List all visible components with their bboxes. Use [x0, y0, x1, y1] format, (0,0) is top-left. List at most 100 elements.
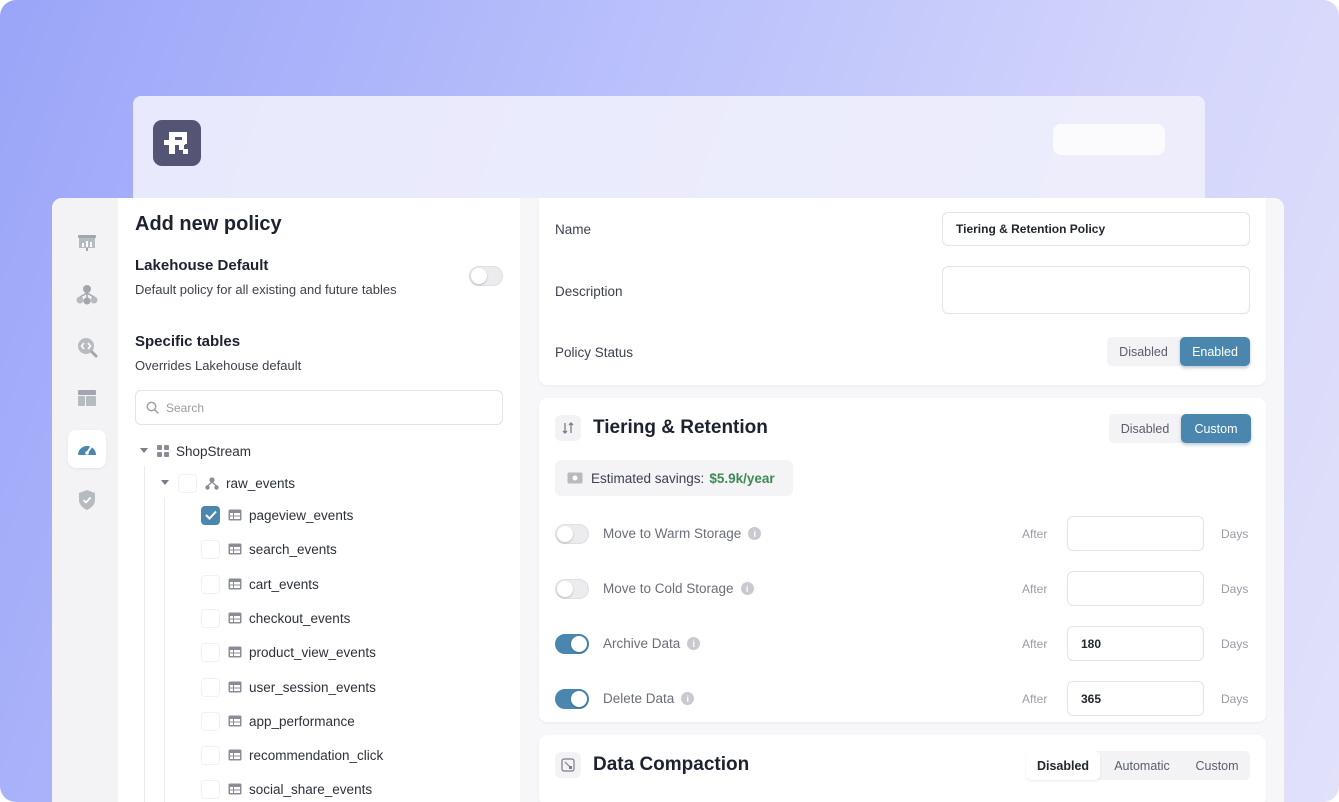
- table-checkbox[interactable]: [201, 779, 220, 799]
- table-checkbox[interactable]: [201, 505, 220, 525]
- table-icon: [228, 578, 242, 590]
- table-checkbox[interactable]: [201, 711, 220, 731]
- rule-days-input[interactable]: [1067, 571, 1204, 606]
- rule-days-input[interactable]: 365: [1067, 681, 1204, 716]
- tree-guide-line: [144, 466, 145, 802]
- days-label: Days: [1221, 582, 1249, 596]
- table-row[interactable]: checkout_events: [201, 606, 350, 630]
- rule-label: Move to Warm Storage i: [603, 526, 762, 541]
- table-icon: [228, 749, 242, 761]
- policy-window: Add new policy Lakehouse Default Default…: [52, 198, 1284, 802]
- caret-down-icon[interactable]: [139, 448, 149, 454]
- brand-logo-icon: [153, 120, 201, 166]
- table-icon: [228, 646, 242, 658]
- tree-group-row[interactable]: raw_events: [160, 471, 295, 495]
- table-layout-icon[interactable]: [68, 379, 106, 417]
- table-icon: [228, 681, 242, 693]
- tiering-disabled-button[interactable]: Disabled: [1109, 414, 1181, 443]
- table-checkbox[interactable]: [201, 574, 220, 594]
- status-enabled-button[interactable]: Enabled: [1180, 337, 1250, 366]
- table-selection-panel: Add new policy Lakehouse Default Default…: [118, 198, 520, 802]
- after-label: After: [1022, 692, 1048, 706]
- info-icon[interactable]: i: [748, 527, 762, 540]
- compaction-title: Data Compaction: [593, 754, 750, 775]
- compaction-mode-toggle: Disabled Automatic Custom: [1026, 751, 1250, 780]
- rule-label-text: Archive Data: [603, 636, 681, 651]
- compaction-automatic-button[interactable]: Automatic: [1100, 751, 1184, 780]
- table-row[interactable]: cart_events: [201, 572, 319, 596]
- table-search: [135, 390, 503, 425]
- rule-toggle[interactable]: [555, 524, 589, 544]
- info-icon[interactable]: i: [681, 692, 695, 705]
- code-search-icon[interactable]: [68, 328, 106, 366]
- rule-toggle[interactable]: [555, 634, 589, 654]
- data-compaction-card: Data Compaction Disabled Automatic Custo…: [539, 735, 1266, 802]
- status-disabled-button[interactable]: Disabled: [1107, 337, 1180, 366]
- rule-days-input[interactable]: [1067, 516, 1204, 551]
- background-gradient: Add new policy Lakehouse Default Default…: [0, 0, 1339, 802]
- days-label: Days: [1221, 692, 1249, 706]
- table-label: recommendation_click: [249, 747, 384, 763]
- policy-settings: Name Tiering & Retention Policy Descript…: [539, 198, 1266, 802]
- pipeline-tree-icon[interactable]: [68, 276, 106, 314]
- name-field[interactable]: Tiering & Retention Policy: [942, 212, 1250, 246]
- table-row[interactable]: app_performance: [201, 709, 355, 733]
- table-icon: [228, 715, 242, 727]
- rule-label-text: Move to Warm Storage: [603, 526, 742, 541]
- money-icon: [567, 472, 583, 484]
- grid-dots-icon: [157, 445, 169, 457]
- table-checkbox[interactable]: [201, 677, 220, 697]
- savings-value: $5.9k/year: [709, 470, 775, 486]
- after-label: After: [1022, 637, 1048, 651]
- nav-rail: [52, 198, 118, 802]
- after-label: After: [1022, 582, 1048, 596]
- rule-label: Archive Data i: [603, 636, 701, 651]
- tree-root-row[interactable]: ShopStream: [139, 439, 251, 463]
- table-row[interactable]: pageview_events: [201, 503, 353, 527]
- tiering-custom-button[interactable]: Custom: [1181, 414, 1251, 443]
- rule-label: Move to Cold Storage i: [603, 581, 754, 596]
- estimated-savings-badge: Estimated savings: $5.9k/year: [555, 460, 793, 496]
- table-row[interactable]: user_session_events: [201, 675, 376, 699]
- rule-toggle[interactable]: [555, 689, 589, 709]
- table-row[interactable]: social_share_events: [201, 777, 372, 801]
- search-input[interactable]: [166, 391, 486, 424]
- table-checkbox[interactable]: [201, 642, 220, 662]
- info-icon[interactable]: i: [740, 582, 754, 595]
- compress-icon: [555, 752, 581, 778]
- tree-root-label: ShopStream: [176, 443, 252, 459]
- info-icon[interactable]: i: [687, 637, 701, 650]
- table-icon: [228, 543, 242, 555]
- policy-status-toggle: Disabled Enabled: [1107, 337, 1250, 366]
- table-label: user_session_events: [249, 679, 376, 695]
- tree-group-label: raw_events: [226, 475, 296, 491]
- table-row[interactable]: product_view_events: [201, 640, 376, 664]
- compaction-custom-button[interactable]: Custom: [1184, 751, 1250, 780]
- table-icon: [228, 612, 242, 624]
- group-checkbox[interactable]: [178, 473, 197, 493]
- tiering-retention-card: Tiering & Retention Disabled Custom Esti…: [539, 398, 1266, 722]
- rule-toggle[interactable]: [555, 579, 589, 599]
- name-label: Name: [555, 222, 592, 237]
- description-field[interactable]: [942, 266, 1250, 314]
- page-title: Add new policy: [135, 213, 282, 235]
- dashboard-chart-icon[interactable]: [68, 224, 106, 262]
- caret-down-icon[interactable]: [160, 480, 170, 486]
- lakehouse-default-subtitle: Default policy for all existing and futu…: [135, 282, 397, 297]
- days-label: Days: [1221, 637, 1249, 651]
- table-row[interactable]: recommendation_click: [201, 743, 383, 767]
- table-label: checkout_events: [249, 610, 351, 626]
- table-row[interactable]: search_events: [201, 537, 337, 561]
- gauge-icon[interactable]: [68, 430, 106, 468]
- rule-days-input[interactable]: 180: [1067, 626, 1204, 661]
- table-label: product_view_events: [249, 644, 376, 660]
- specific-tables-title: Specific tables: [135, 333, 241, 350]
- table-checkbox[interactable]: [201, 745, 220, 765]
- table-checkbox[interactable]: [201, 608, 220, 628]
- table-checkbox[interactable]: [201, 539, 220, 559]
- shield-check-icon[interactable]: [68, 481, 106, 519]
- compaction-disabled-button[interactable]: Disabled: [1026, 751, 1100, 780]
- schema-tree-icon: [205, 476, 219, 490]
- lakehouse-default-toggle[interactable]: [469, 266, 503, 286]
- table-label: social_share_events: [249, 781, 373, 797]
